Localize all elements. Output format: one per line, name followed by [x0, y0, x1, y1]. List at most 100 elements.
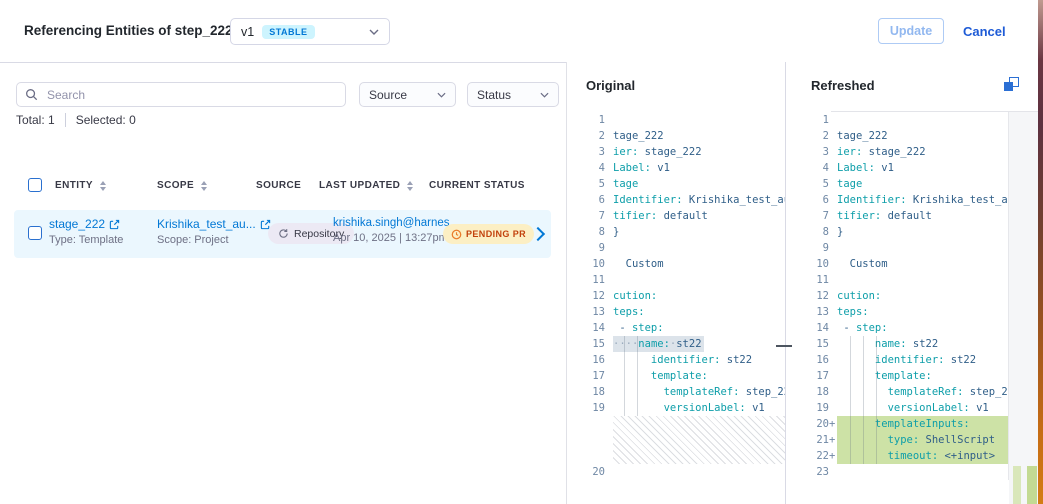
sort-icon[interactable]: [100, 181, 106, 191]
hidden-lines-hatch: [613, 416, 785, 464]
code-line: 9: [567, 240, 785, 256]
chevron-down-icon: [369, 29, 379, 35]
code-line: 5tage: [567, 176, 785, 192]
code-line: 19 versionLabel: v1: [567, 400, 785, 416]
code-line: 7tifier: default: [567, 208, 785, 224]
code-line: 20+ templateInputs:: [785, 416, 1008, 432]
refreshed-pane-title: Refreshed: [811, 78, 875, 93]
code-line: 18 templateRef: step_222: [785, 384, 1008, 400]
selected-count: Selected: 0: [76, 113, 136, 127]
total-count: Total: 1: [16, 113, 55, 127]
updated-at: Apr 10, 2025 | 13:27pm: [333, 232, 459, 244]
code-line: 14 - step:: [785, 320, 1008, 336]
last-updated-cell: krishika.singh@harnes... Apr 10, 2025 | …: [333, 217, 459, 244]
version-select[interactable]: v1 STABLE: [230, 18, 390, 45]
source-filter-select[interactable]: Source: [359, 82, 456, 107]
code-line: 9: [785, 240, 1008, 256]
indent-guide: [850, 336, 851, 464]
indent-guide: [624, 336, 625, 416]
indent-guide: [876, 336, 877, 464]
code-line: 23: [785, 464, 1008, 480]
table-row[interactable]: stage_222 Type: Template Krishika_test_a…: [14, 210, 551, 258]
cancel-button[interactable]: Cancel: [963, 24, 1006, 39]
code-line: 1: [785, 112, 1008, 128]
code-line: 4Label: v1: [567, 160, 785, 176]
original-code-editor[interactable]: 12tage_2223ier: stage_2224Label: v15tage…: [567, 112, 785, 480]
code-line: 6Identifier: Krishika_test_aut: [567, 192, 785, 208]
code-line: 12cution:: [785, 288, 1008, 304]
source-filter-label: Source: [369, 88, 407, 102]
code-line: 10 Custom: [785, 256, 1008, 272]
row-checkbox[interactable]: [28, 226, 42, 240]
code-line: 6Identifier: Krishika_test_aut: [785, 192, 1008, 208]
column-header-entity: ENTITY: [55, 180, 106, 191]
status-filter-label: Status: [477, 88, 511, 102]
pane-divider: [785, 62, 786, 504]
column-header-current-status: CURRENT STATUS: [429, 180, 525, 191]
entity-link[interactable]: stage_222: [49, 217, 105, 231]
stable-badge: STABLE: [262, 25, 314, 39]
sort-icon[interactable]: [201, 181, 207, 191]
sort-icon[interactable]: [407, 181, 413, 191]
refreshed-code-editor[interactable]: 12tage_2223ier: stage_2224Label: v15tage…: [785, 112, 1008, 480]
code-line: 15 name: st22: [785, 336, 1008, 352]
code-line: 17 template:: [567, 368, 785, 384]
search-icon: [25, 88, 38, 101]
chevron-down-icon: [540, 92, 549, 98]
diff-overview-ruler[interactable]: [1009, 112, 1039, 504]
repository-icon: [278, 228, 289, 239]
code-line: 11: [785, 272, 1008, 288]
code-line: 16 identifier: st22: [567, 352, 785, 368]
code-line: 7tifier: default: [785, 208, 1008, 224]
code-line: 18 templateRef: step_222: [567, 384, 785, 400]
column-header-scope: SCOPE: [157, 180, 207, 191]
copy-icon[interactable]: [1004, 77, 1020, 93]
code-line: 13teps:: [785, 304, 1008, 320]
status-filter-select[interactable]: Status: [467, 82, 559, 107]
search-input[interactable]: [45, 87, 337, 103]
selection-summary: Total: 1 Selected: 0: [16, 113, 136, 127]
code-line: 3ier: stage_222: [785, 144, 1008, 160]
code-line: 4Label: v1: [785, 160, 1008, 176]
divider: [65, 113, 66, 127]
select-all-checkbox[interactable]: [28, 178, 42, 192]
code-line: 20: [567, 464, 785, 480]
code-line: 12cution:: [567, 288, 785, 304]
code-line: 16 identifier: st22: [785, 352, 1008, 368]
column-header-last-updated: LAST UPDATED: [319, 180, 413, 191]
scope-link[interactable]: Krishika_test_au...: [157, 217, 256, 231]
diff-alignment-marker: [776, 345, 792, 347]
update-button[interactable]: Update: [878, 18, 944, 44]
code-line: 21+ type: ShellScript: [785, 432, 1008, 448]
chevron-down-icon: [437, 92, 446, 98]
code-line: 8}: [785, 224, 1008, 240]
version-label: v1: [241, 25, 254, 39]
page-title: Referencing Entities of step_222: [24, 23, 233, 38]
clock-icon: [451, 229, 462, 240]
updated-by-link[interactable]: krishika.singh@harnes...: [333, 217, 459, 229]
search-box[interactable]: [16, 82, 346, 107]
added-lines-marker: [1027, 466, 1037, 504]
scope-sub: Scope: Project: [157, 234, 271, 246]
referencing-entities-dialog: Referencing Entities of step_222 v1 STAB…: [0, 0, 1043, 504]
code-line: 3ier: stage_222: [567, 144, 785, 160]
code-line: 11: [567, 272, 785, 288]
external-link-icon[interactable]: [109, 219, 120, 230]
code-line: 10 Custom: [567, 256, 785, 272]
entity-type: Type: Template: [49, 234, 123, 246]
code-line: 13teps:: [567, 304, 785, 320]
code-line: 2tage_222: [567, 128, 785, 144]
indent-guide: [637, 336, 638, 416]
code-line: 5tage: [785, 176, 1008, 192]
window-edge-artifact: [1038, 0, 1043, 504]
yaml-diff-panel: Original Refreshed 12tage_2223ier: stage…: [566, 62, 1038, 504]
indent-guide: [863, 336, 864, 464]
status-badge: PENDING PR: [443, 224, 534, 244]
code-line: 15····name:·st22: [567, 336, 785, 352]
code-line: 22+ timeout: <+input>: [785, 448, 1008, 464]
added-lines-marker: [1013, 466, 1021, 504]
entity-cell: stage_222 Type: Template: [49, 217, 123, 246]
code-line: 8}: [567, 224, 785, 240]
code-line: 14 - step:: [567, 320, 785, 336]
code-line: 17 template:: [785, 368, 1008, 384]
